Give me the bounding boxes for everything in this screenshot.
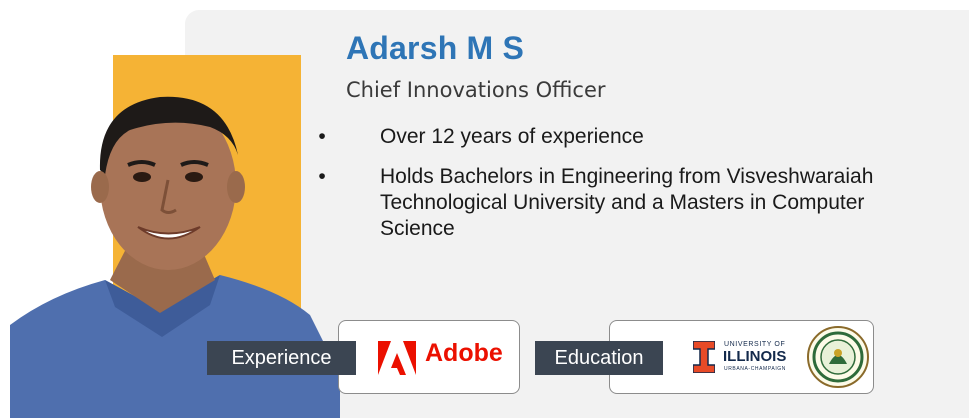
bullet-dot-icon: • [318, 125, 326, 148]
adobe-logo-text: Adobe [425, 339, 503, 367]
bullet-item: • Holds Bachelors in Engineering from Vi… [312, 164, 920, 242]
bullet-item: • Over 12 years of experience [312, 124, 932, 150]
illinois-logo-sub: URBANA-CHAMPAIGN [724, 366, 787, 372]
bullet-text: Holds Bachelors in Engineering from Visv… [380, 165, 874, 240]
bullet-dot-icon: • [318, 165, 326, 188]
education-label: Education [535, 341, 663, 375]
vtu-seal-icon [807, 326, 869, 388]
adobe-logo-icon [378, 341, 416, 375]
experience-bullets: • Over 12 years of experience • Holds Ba… [312, 124, 932, 256]
illinois-logo-text: ILLINOIS [723, 348, 787, 365]
illinois-block-i-icon [693, 341, 715, 373]
experience-label: Experience [207, 341, 356, 375]
bullet-text: Over 12 years of experience [380, 125, 644, 148]
person-name: Adarsh M S [346, 30, 525, 66]
illinois-logo-top: UNIVERSITY OF [724, 341, 786, 348]
person-role: Chief Innovations Officer [346, 78, 606, 102]
